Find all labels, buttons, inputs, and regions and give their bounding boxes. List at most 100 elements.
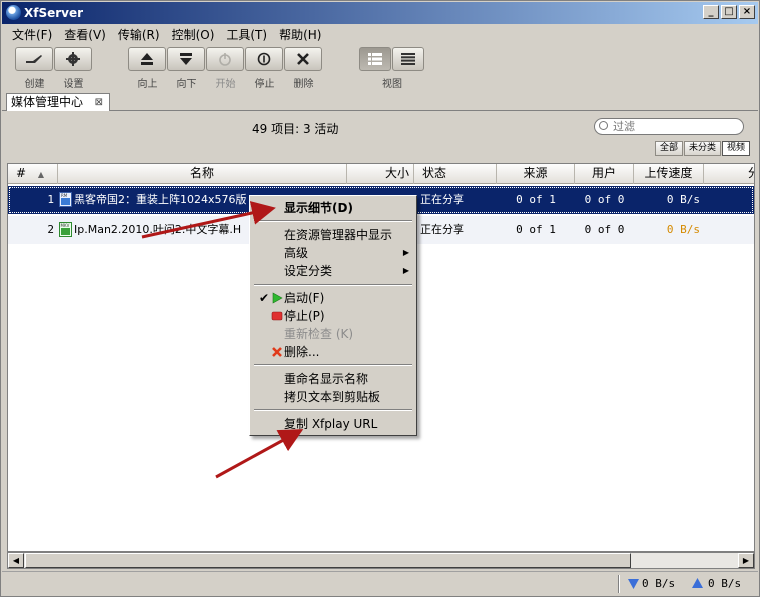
move-down-button[interactable]	[167, 47, 205, 71]
menu-start[interactable]: ✔ 启动(F)	[251, 289, 415, 307]
delete-icon	[297, 53, 309, 65]
stop-square-icon	[271, 311, 283, 321]
stop-label: 停止	[254, 79, 275, 90]
create-label: 创建	[24, 79, 45, 90]
column-header: # ▲ 名称 大小 状态 来源 用户 上传速度 分	[8, 164, 754, 184]
start-label: 开始	[215, 79, 236, 90]
move-down-icon	[180, 53, 192, 65]
tab-strip: 媒体管理中心 ⊠	[2, 93, 758, 111]
download-arrow-icon	[628, 579, 639, 589]
view-mode-all[interactable]: 全部	[654, 141, 683, 156]
create-button[interactable]	[15, 47, 53, 71]
row-users: 0 of 0	[584, 193, 625, 206]
col-number[interactable]: # ▲	[8, 164, 58, 184]
start-button[interactable]	[206, 47, 244, 71]
gear-icon	[66, 52, 80, 66]
menu-separator	[254, 409, 412, 411]
title-bar[interactable]: XfServer _ □ ×	[2, 2, 758, 24]
context-menu: 显示细节(D) 在资源管理器中显示 高级 ▶ 设定分类 ▶ ✔ 启动(F) 停止(P…	[249, 195, 417, 436]
status-bar: 0 B/s 0 B/s	[2, 571, 758, 596]
menu-bar: 文件(F) 查看(V) 传输(R) 控制(O) 工具(T) 帮助(H)	[2, 24, 758, 44]
search-icon	[599, 121, 608, 130]
power-icon	[219, 53, 231, 66]
menu-separator	[254, 284, 412, 286]
row-status: 正在分享	[420, 193, 464, 206]
menu-help[interactable]: 帮助(H)	[273, 26, 327, 43]
status-divider	[618, 575, 620, 593]
toolbar: 创建 设置 向上 向下 开始 停止 删除 视图	[9, 47, 753, 93]
horizontal-scrollbar[interactable]: ◀ ▶	[7, 552, 755, 569]
menu-delete[interactable]: 删除...	[251, 343, 415, 361]
upload-arrow-icon	[692, 578, 703, 588]
menu-tools[interactable]: 工具(T)	[220, 26, 273, 43]
create-icon	[26, 55, 42, 63]
stop-icon	[257, 52, 271, 66]
settings-button[interactable]	[54, 47, 92, 71]
scroll-right-icon[interactable]: ▶	[738, 553, 754, 568]
view-label: 视图	[382, 79, 402, 90]
menu-transfer[interactable]: 传输(R)	[112, 26, 166, 43]
menu-copy-text[interactable]: 拷贝文本到剪贴板	[251, 388, 415, 406]
menu-copy-xfplay-url[interactable]: 复制 Xfplay URL	[251, 415, 415, 433]
row-name: MKV Ip.Man2.2010.叶问2.中文字幕.H	[59, 221, 242, 237]
row-number: 2	[47, 223, 54, 236]
close-button[interactable]: ×	[739, 5, 755, 19]
menu-stop[interactable]: 停止(P)	[251, 307, 415, 325]
tab-close-icon[interactable]: ⊠	[95, 95, 103, 111]
menu-file[interactable]: 文件(F)	[6, 26, 58, 43]
item-count: 49 项目: 3 活动	[252, 122, 339, 136]
window-title: XfServer	[24, 6, 84, 20]
col-name[interactable]: 名称	[58, 164, 347, 184]
menu-advanced[interactable]: 高级 ▶	[251, 244, 415, 262]
submenu-arrow-icon: ▶	[402, 248, 409, 257]
row-status: 正在分享	[420, 223, 464, 236]
view-mode-uncategorized[interactable]: 未分类	[683, 141, 721, 156]
delete-button[interactable]	[284, 47, 322, 71]
settings-label: 设置	[63, 79, 84, 90]
upload-speed: 0 B/s	[708, 577, 742, 590]
view-mode-video[interactable]: 视频	[721, 141, 750, 156]
minimize-button[interactable]: _	[703, 5, 719, 19]
detail-view-icon	[368, 53, 382, 65]
menu-show-details[interactable]: 显示细节(D)	[251, 199, 415, 217]
video-file-icon: MKV	[59, 221, 72, 237]
row-users: 0 of 0	[584, 223, 625, 236]
col-more[interactable]: 分	[704, 164, 754, 184]
delete-x-icon	[272, 347, 282, 357]
checkmark-icon: ✔	[258, 291, 270, 305]
scroll-left-icon[interactable]: ◀	[8, 553, 24, 568]
row-number: 1	[47, 193, 54, 206]
col-users[interactable]: 用户	[575, 164, 634, 184]
delete-label: 删除	[293, 79, 314, 90]
col-status[interactable]: 状态	[414, 164, 497, 184]
menu-separator	[254, 220, 412, 222]
scroll-thumb[interactable]	[25, 553, 631, 568]
move-up-button[interactable]	[128, 47, 166, 71]
menu-control[interactable]: 控制(O)	[166, 26, 221, 43]
move-up-label: 向上	[137, 79, 158, 90]
menu-show-in-explorer[interactable]: 在资源管理器中显示	[251, 226, 415, 244]
row-upload-speed: 0 B/s	[666, 193, 700, 206]
app-logo-icon	[6, 5, 21, 20]
row-source: 0 of 1	[516, 223, 556, 236]
col-source[interactable]: 来源	[497, 164, 575, 184]
tab-media-center[interactable]: 媒体管理中心 ⊠	[6, 93, 110, 111]
video-file-icon: RM	[59, 191, 72, 207]
info-bar: 49 项目: 3 活动 全部 未分类 视频	[2, 112, 758, 160]
move-down-label: 向下	[176, 79, 197, 90]
view-mode-selector: 全部 未分类 视频	[654, 141, 750, 156]
col-size[interactable]: 大小	[347, 164, 414, 184]
row-source: 0 of 1	[516, 193, 556, 206]
view-detail-button[interactable]	[359, 47, 391, 71]
menu-view[interactable]: 查看(V)	[58, 26, 112, 43]
stop-button[interactable]	[245, 47, 283, 71]
menu-set-category[interactable]: 设定分类 ▶	[251, 262, 415, 280]
filter-box[interactable]	[594, 118, 744, 135]
col-upload-speed[interactable]: 上传速度	[634, 164, 704, 184]
svg-text:MKV: MKV	[61, 223, 70, 228]
menu-recheck[interactable]: 重新检查 (K)	[251, 325, 415, 343]
view-list-button[interactable]	[392, 47, 424, 71]
maximize-button[interactable]: □	[721, 5, 737, 19]
filter-input[interactable]	[611, 119, 739, 134]
menu-rename[interactable]: 重命名显示名称	[251, 370, 415, 388]
